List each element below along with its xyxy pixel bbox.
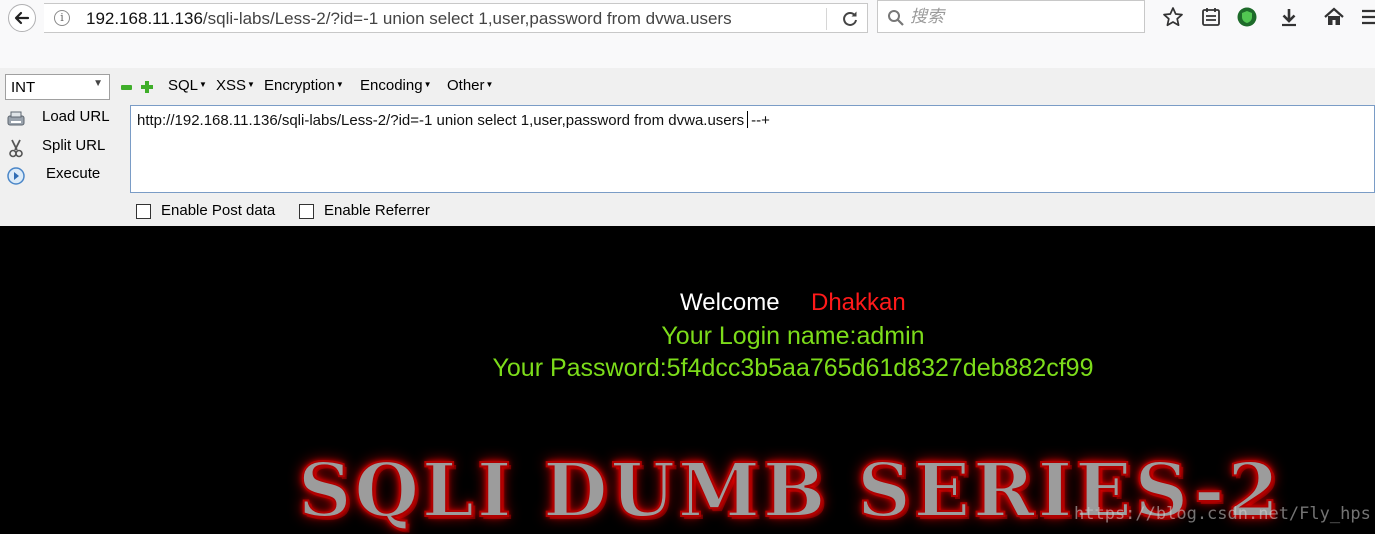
load-url-button[interactable]: Load URL xyxy=(4,106,124,132)
password-result: Your Password:5f4dcc3b5aa765d61d8327deb8… xyxy=(492,354,1094,382)
int-select[interactable]: INT ▼ xyxy=(5,74,110,100)
bookmark-star-icon[interactable] xyxy=(1161,5,1185,29)
search-input[interactable] xyxy=(910,5,1130,29)
load-url-label: Load URL xyxy=(42,108,110,125)
enable-referrer-label: Enable Referrer xyxy=(324,202,430,219)
caret-down-icon: ▼ xyxy=(199,80,207,89)
plus-icon[interactable] xyxy=(140,80,154,94)
back-button[interactable] xyxy=(8,4,36,32)
hackbar-url-input[interactable]: http://192.168.11.136/sqli-labs/Less-2/?… xyxy=(130,105,1375,193)
enable-post-checkbox[interactable]: Enable Post data xyxy=(136,202,296,222)
caret-down-icon: ▼ xyxy=(485,80,494,89)
welcome-text: Welcome xyxy=(680,289,780,316)
menu-other-label: Other xyxy=(447,77,485,94)
shield-extension-icon[interactable] xyxy=(1235,5,1259,29)
download-icon[interactable] xyxy=(1277,5,1301,29)
menu-encoding-label: Encoding xyxy=(360,77,423,94)
menu-sql-label: SQL xyxy=(168,77,199,94)
enable-post-label: Enable Post data xyxy=(161,202,276,219)
watermark: https://blog.csdn.net/Fly_hps xyxy=(1074,504,1371,524)
hackbar-panel: INT ▼ SQL▼ XSS▼ Encryption▼ Encoding▼ Ot… xyxy=(0,68,1375,226)
browser-toolbar: i 192.168.11.136/sqli-labs/Less-2/?id=-1… xyxy=(0,0,1375,68)
menu-sql[interactable]: SQL▼ xyxy=(168,77,207,94)
checkbox-box[interactable] xyxy=(136,204,151,219)
caret-down-icon: ▼ xyxy=(247,80,255,89)
search-bar[interactable] xyxy=(877,0,1145,33)
address-bar[interactable]: i 192.168.11.136/sqli-labs/Less-2/?id=-1… xyxy=(44,3,868,33)
welcome-name: Dhakkan xyxy=(811,289,906,316)
menu-encryption-label: Encryption xyxy=(264,77,335,94)
info-icon[interactable]: i xyxy=(54,10,70,26)
caret-down-icon: ▼ xyxy=(335,80,344,89)
home-icon[interactable] xyxy=(1322,5,1346,29)
search-icon xyxy=(888,10,904,26)
split-url-label: Split URL xyxy=(42,137,106,154)
menu-encryption[interactable]: Encryption▼ xyxy=(264,77,344,94)
menu-xss[interactable]: XSS▼ xyxy=(216,77,255,94)
enable-referrer-checkbox[interactable]: Enable Referrer xyxy=(299,202,449,222)
hackbar-url-suffix: --+ xyxy=(751,112,770,129)
int-select-value: INT xyxy=(11,79,36,96)
address-path: /sqli-labs/Less-2/?id=-1 union select 1,… xyxy=(202,9,732,28)
address-divider xyxy=(826,8,827,30)
scissors-icon xyxy=(9,139,23,158)
checkbox-box[interactable] xyxy=(299,204,314,219)
chevron-down-icon: ▼ xyxy=(93,78,103,89)
reload-icon[interactable] xyxy=(839,8,861,30)
execute-label: Execute xyxy=(46,165,101,182)
hackbar-url-value: http://192.168.11.136/sqli-labs/Less-2/?… xyxy=(137,112,745,129)
menu-xss-label: XSS xyxy=(216,77,247,94)
caret-down-icon: ▼ xyxy=(423,80,432,89)
menu-other[interactable]: Other▼ xyxy=(447,77,493,94)
text-cursor xyxy=(747,111,749,128)
split-url-button[interactable]: Split URL xyxy=(4,135,124,161)
menu-icon[interactable] xyxy=(1358,5,1375,29)
load-url-icon xyxy=(7,111,25,126)
arrow-left-icon xyxy=(14,11,30,25)
execute-button[interactable]: Execute xyxy=(4,163,124,189)
page-content: Welcome Dhakkan Your Login name:admin Yo… xyxy=(0,226,1375,534)
address-url[interactable]: 192.168.11.136/sqli-labs/Less-2/?id=-1 u… xyxy=(86,9,732,29)
minus-icon[interactable] xyxy=(121,85,132,90)
reading-list-icon[interactable] xyxy=(1199,5,1223,29)
menu-encoding[interactable]: Encoding▼ xyxy=(360,77,431,94)
address-host: 192.168.11.136 xyxy=(86,9,203,28)
play-icon xyxy=(7,167,25,185)
login-name-result: Your Login name:admin xyxy=(661,322,925,350)
